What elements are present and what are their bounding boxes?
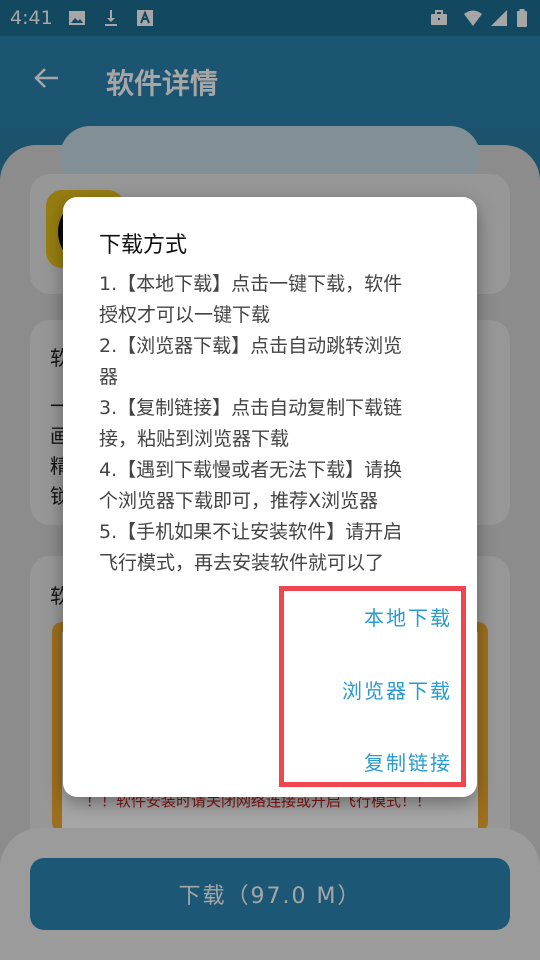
dialog-line: 5.【手机如果不让安装软件】请开启 (99, 521, 403, 543)
dialog-line: 1.【本地下载】点击一键下载，软件 (99, 273, 403, 295)
dialog-line: 4.【遇到下载慢或者无法下载】请换 (99, 459, 403, 481)
browser-download-button[interactable]: 浏览器下载 (342, 675, 452, 704)
download-method-dialog: 下载方式 1.【本地下载】点击一键下载，软件 授权才可以一键下载 2.【浏览器下… (63, 197, 477, 797)
dialog-line: 授权才可以一键下载 (99, 304, 271, 326)
dialog-body: 1.【本地下载】点击一键下载，软件 授权才可以一键下载 2.【浏览器下载】点击自… (99, 269, 439, 579)
dialog-line: 2.【浏览器下载】点击自动跳转浏览 (99, 335, 403, 357)
dialog-line: 个浏览器下载即可，推荐X浏览器 (99, 490, 379, 512)
dialog-line: 飞行模式，再去安装软件就可以了 (99, 552, 385, 574)
dialog-line: 器 (99, 366, 119, 388)
dialog-line: 接，粘贴到浏览器下载 (99, 428, 290, 450)
dialog-title: 下载方式 (99, 233, 188, 258)
local-download-button[interactable]: 本地下载 (364, 602, 452, 631)
copy-link-button[interactable]: 复制链接 (364, 747, 452, 776)
dialog-line: 3.【复制链接】点击自动复制下载链 (99, 397, 403, 419)
